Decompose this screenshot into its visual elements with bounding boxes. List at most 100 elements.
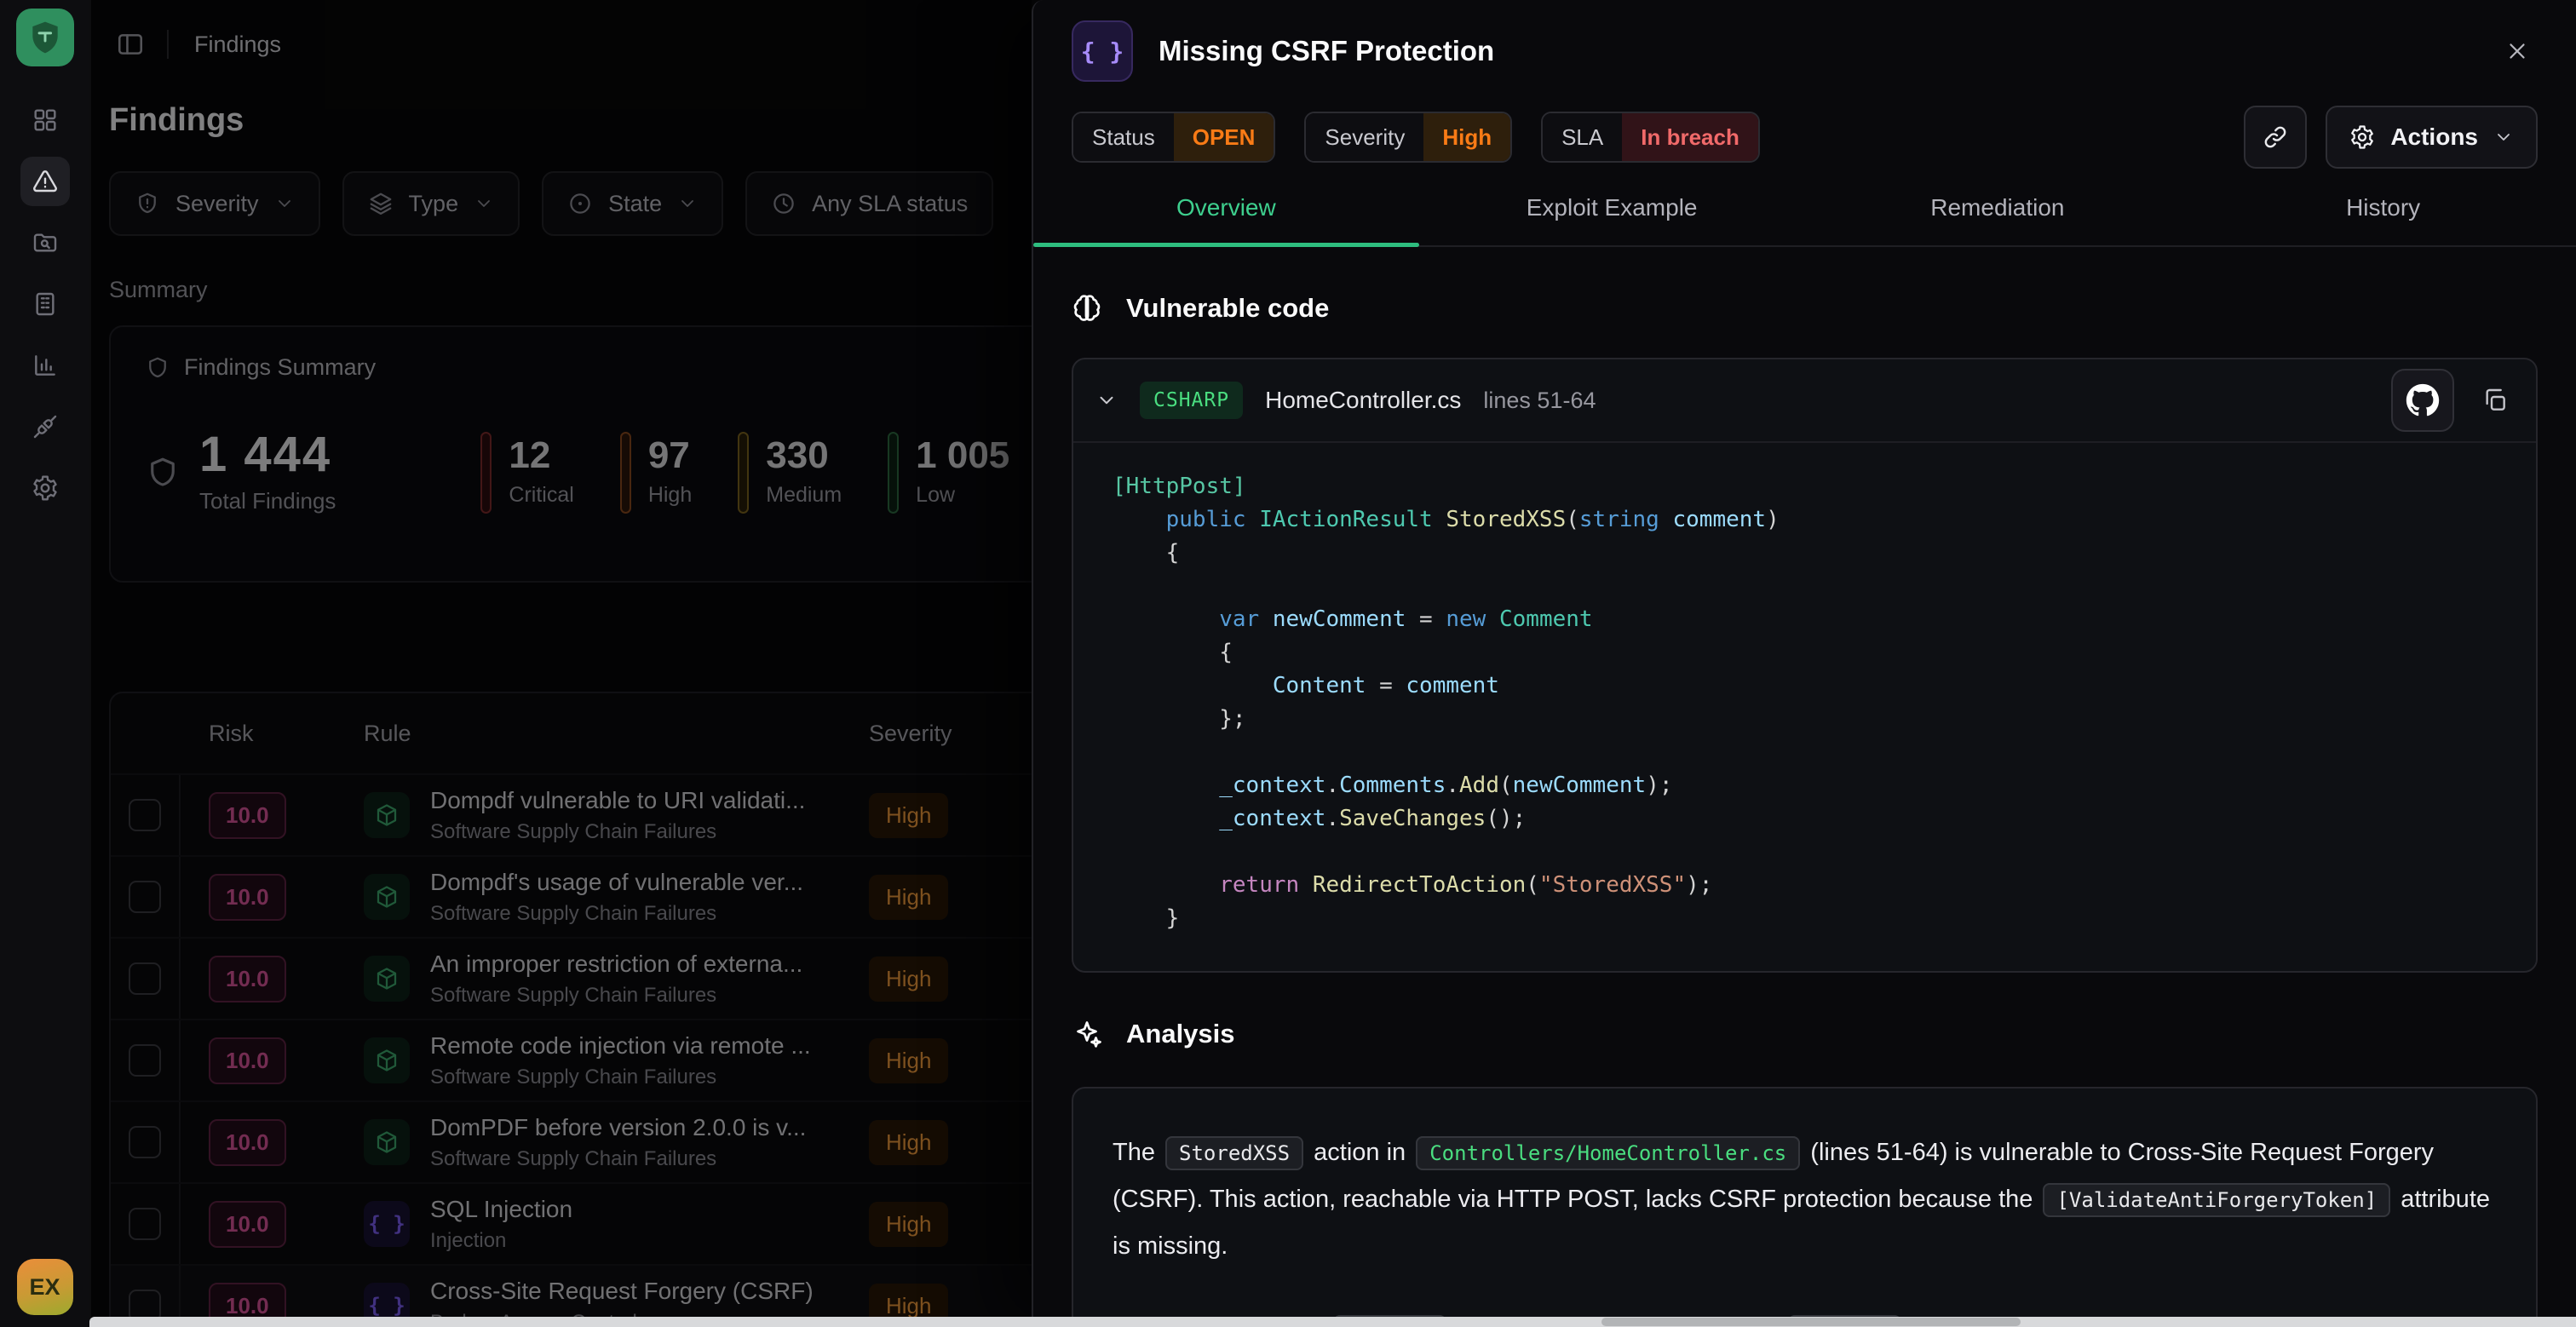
stat-label: High xyxy=(648,483,692,508)
filter-label: Type xyxy=(409,191,459,217)
stat-value: 330 xyxy=(766,437,842,474)
sidebar-item-dashboard[interactable] xyxy=(20,95,70,145)
column-header-risk[interactable]: Risk xyxy=(181,721,336,747)
column-header-rule[interactable]: Rule xyxy=(336,721,869,747)
page-title: Findings xyxy=(109,102,1104,139)
filter-label: Any SLA status xyxy=(812,191,968,217)
tab-overview[interactable]: Overview xyxy=(1033,194,1419,245)
clock-icon xyxy=(771,191,796,216)
table-row[interactable]: 10.0 DomPDF before version 2.0.0 is v...… xyxy=(111,1100,1099,1182)
chart-icon xyxy=(32,352,59,379)
total-findings-stat: 1 444 Total Findings xyxy=(145,430,336,514)
table-row[interactable]: 10.0 { } SQL Injection Injection High xyxy=(111,1182,1099,1264)
status-badge: Status OPEN xyxy=(1072,112,1275,163)
plug-icon xyxy=(32,413,59,440)
risk-score-badge: 10.0 xyxy=(209,956,286,1002)
summary-card-title: Findings Summary xyxy=(184,354,376,381)
filter-severity[interactable]: Severity xyxy=(109,171,320,236)
table-row[interactable]: 10.0 Dompdf's usage of vulnerable ver...… xyxy=(111,855,1099,937)
total-findings-label: Total Findings xyxy=(199,488,336,514)
filter-sla[interactable]: Any SLA status xyxy=(745,171,993,236)
app-logo-shield-icon[interactable] xyxy=(16,9,74,66)
inline-code-chip: [ValidateAntiForgeryToken] xyxy=(2043,1183,2390,1217)
code-snippet-card: CSHARP HomeController.cs lines 51-64 [Ht… xyxy=(1072,358,2538,973)
sidebar-nav xyxy=(20,95,70,513)
user-avatar[interactable]: EX xyxy=(17,1259,73,1315)
summary-stats: 1 444 Total Findings 12 Critical 97 High… xyxy=(145,430,1065,514)
severity-badge: High xyxy=(869,1202,948,1247)
rule-title: Cross-Site Request Forgery (CSRF) xyxy=(430,1278,814,1305)
tab-history[interactable]: History xyxy=(2190,194,2576,245)
summary-section-label: Summary xyxy=(109,277,1104,303)
copy-code-icon[interactable] xyxy=(2476,382,2514,419)
code-line-range: lines 51-64 xyxy=(1483,388,1596,414)
badge-value: OPEN xyxy=(1174,113,1274,161)
copy-link-button[interactable] xyxy=(2244,106,2307,169)
breadcrumb: Findings xyxy=(194,32,281,58)
sidebar-item-analytics[interactable] xyxy=(20,341,70,390)
stat-high: 97 High xyxy=(620,432,692,514)
stat-value: 12 xyxy=(509,437,573,474)
close-icon[interactable] xyxy=(2500,34,2534,68)
sidebar-item-findings[interactable] xyxy=(20,157,70,206)
finding-detail-drawer: { } Missing CSRF Protection Status OPENS… xyxy=(1032,0,2576,1327)
collapse-chevron-icon[interactable] xyxy=(1095,389,1118,411)
rule-title: DomPDF before version 2.0.0 is v... xyxy=(430,1114,806,1141)
sla-badge: SLA In breach xyxy=(1541,112,1760,163)
chevron-down-icon xyxy=(474,193,494,214)
filter-state[interactable]: State xyxy=(542,171,723,236)
horizontal-scrollbar[interactable] xyxy=(89,1317,2576,1327)
badge-label: SLA xyxy=(1543,113,1622,161)
chevron-down-icon xyxy=(677,193,698,214)
stat-critical: 12 Critical xyxy=(480,432,573,514)
severity-badge: Severity High xyxy=(1304,112,1512,163)
rule-category: Software Supply Chain Failures xyxy=(430,820,805,844)
vulnerable-code-heading: Vulnerable code xyxy=(1126,293,1329,324)
row-checkbox[interactable] xyxy=(129,962,161,995)
row-checkbox[interactable] xyxy=(129,1208,161,1240)
github-button[interactable] xyxy=(2391,369,2454,432)
row-checkbox[interactable] xyxy=(129,881,161,913)
analysis-heading: Analysis xyxy=(1126,1019,1235,1049)
package-icon xyxy=(364,1119,410,1165)
tab-exploit-example[interactable]: Exploit Example xyxy=(1419,194,1805,245)
severity-badge: High xyxy=(869,875,948,920)
filter-label: State xyxy=(608,191,662,217)
drawer-tabs: OverviewExploit ExampleRemediationHistor… xyxy=(1033,194,2576,247)
findings-table: Risk Rule Severity 10.0 Dompdf vulnerabl… xyxy=(109,692,1101,1327)
findings-summary-card: Findings Summary 1 444 Total Findings 12… xyxy=(109,325,1101,583)
row-checkbox[interactable] xyxy=(129,1126,161,1158)
code-block[interactable]: [HttpPost] public IActionResult StoredXS… xyxy=(1073,443,2536,971)
sidebar-item-scans[interactable] xyxy=(20,218,70,267)
table-row[interactable]: 10.0 Dompdf vulnerable to URI validati..… xyxy=(111,773,1099,855)
actions-button[interactable]: Actions xyxy=(2326,106,2538,169)
row-checkbox[interactable] xyxy=(129,799,161,831)
grid-icon xyxy=(32,106,59,134)
filter-type[interactable]: Type xyxy=(342,171,520,236)
package-icon xyxy=(364,956,410,1002)
total-findings-value: 1 444 xyxy=(199,430,336,480)
severity-bar xyxy=(888,432,899,514)
sidebar-toggle-icon[interactable] xyxy=(116,30,145,59)
severity-badge: High xyxy=(869,793,948,838)
analysis-paragraph: The StoredXSS action in Controllers/Home… xyxy=(1113,1129,2497,1269)
table-row[interactable]: 10.0 Remote code injection via remote ..… xyxy=(111,1019,1099,1100)
rule-title: Remote code injection via remote ... xyxy=(430,1032,811,1060)
sidebar-item-reports[interactable] xyxy=(20,279,70,329)
stat-label: Low xyxy=(916,483,1009,508)
inline-code-chip: Controllers/HomeController.cs xyxy=(1416,1136,1800,1170)
table-body: 10.0 Dompdf vulnerable to URI validati..… xyxy=(111,773,1099,1327)
badge-value: High xyxy=(1423,113,1510,161)
tab-remediation[interactable]: Remediation xyxy=(1805,194,2191,245)
shield-icon xyxy=(145,355,170,381)
table-header: Risk Rule Severity xyxy=(111,693,1099,773)
braces-icon: { } xyxy=(364,1201,410,1247)
table-row[interactable]: 10.0 An improper restriction of externa.… xyxy=(111,937,1099,1019)
sidebar-item-settings[interactable] xyxy=(20,463,70,513)
rule-category: Software Supply Chain Failures xyxy=(430,984,802,1008)
row-checkbox[interactable] xyxy=(129,1044,161,1077)
actions-button-label: Actions xyxy=(2390,124,2478,151)
sidebar-item-integrations[interactable] xyxy=(20,402,70,451)
scrollbar-thumb[interactable] xyxy=(1601,1318,2021,1326)
severity-stats: 12 Critical 97 High 330 Medium 1 005 Low xyxy=(480,432,1009,514)
